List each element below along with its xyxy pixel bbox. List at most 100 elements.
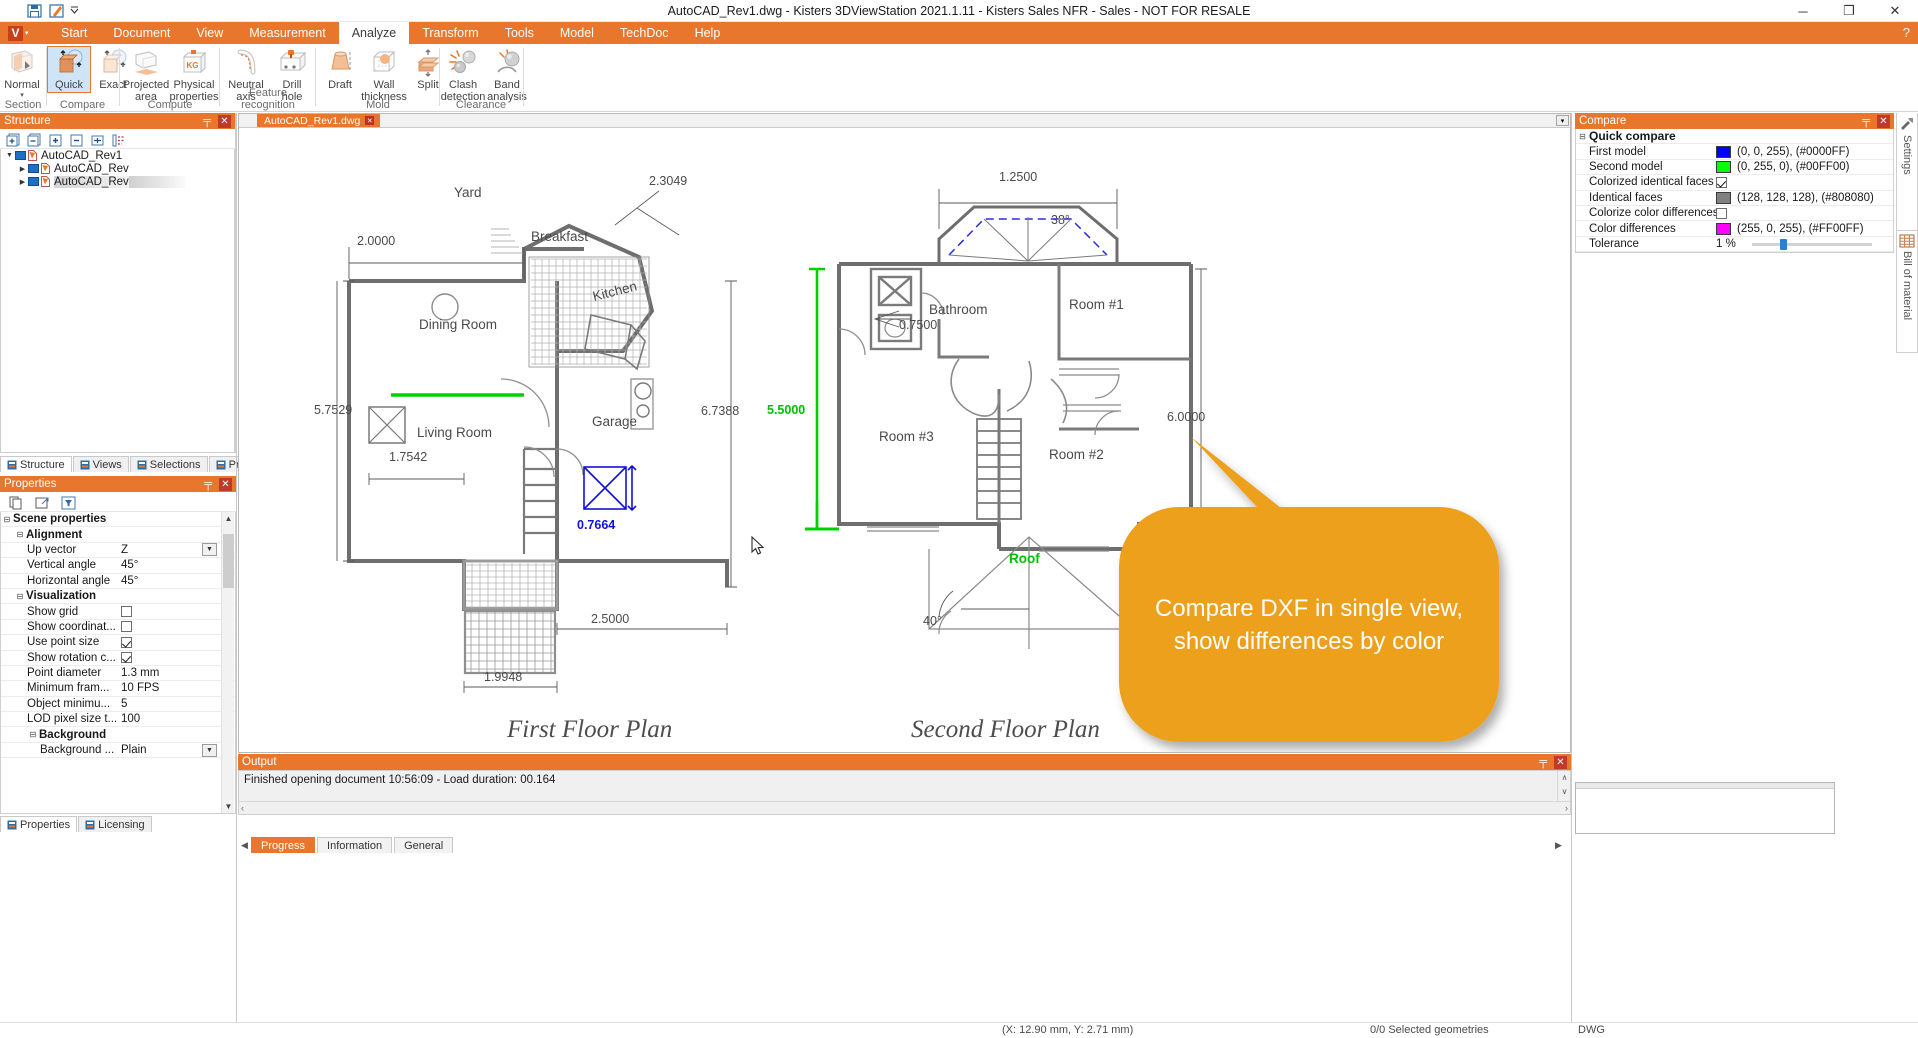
maximize-button[interactable]: ❐	[1826, 0, 1872, 22]
property-row[interactable]: Minimum fram... 10 FPS	[1, 681, 235, 697]
expand-collapse-icon[interactable]: ⊟	[1, 515, 13, 524]
pin-icon[interactable]: ╤	[203, 115, 211, 127]
property-row[interactable]: Show rotation c...	[1, 651, 235, 666]
tree-node[interactable]: ▶ AutoCAD_Rev	[1, 175, 234, 188]
ribbon-tab-tools[interactable]: Tools	[492, 22, 547, 44]
application-menu-button[interactable]: V ▾	[8, 24, 38, 42]
ribbon-tab-transform[interactable]: Transform	[409, 22, 492, 44]
property-value[interactable]: 100	[121, 712, 219, 727]
tree-node[interactable]: ▶ AutoCAD_Rev	[1, 162, 234, 175]
output-tab-progress[interactable]: Progress	[251, 837, 316, 853]
document-tab[interactable]: AutoCAD_Rev1.dwg ✕	[257, 114, 381, 127]
scroll-down-arrow[interactable]: ∨	[1558, 785, 1571, 798]
output-tab-general[interactable]: General	[394, 837, 454, 853]
property-row[interactable]: Up vector Z ▼	[1, 542, 235, 559]
output-horizontal-scrollbar[interactable]: ‹ ›	[239, 801, 1570, 814]
pane-splitter[interactable]	[1576, 783, 1834, 789]
tab-views[interactable]: Views	[72, 456, 129, 472]
checkbox[interactable]	[1716, 207, 1727, 219]
tree-twisty-icon[interactable]: ▶	[17, 165, 28, 173]
tolerance-slider[interactable]	[1752, 238, 1872, 250]
ribbon-button-normal[interactable]: Normal ▾	[0, 46, 44, 100]
close-icon[interactable]: ✕	[365, 116, 375, 125]
compare-row[interactable]: First model (0, 0, 255), (#0000FF)	[1576, 144, 1893, 160]
property-row[interactable]: ⊟ Background	[1, 727, 235, 743]
compare-row-value[interactable]: (128, 128, 128), (#808080)	[1716, 191, 1891, 204]
ribbon-button-quick[interactable]: Quick	[47, 46, 91, 93]
ribbon-tab-start[interactable]: Start	[48, 22, 100, 44]
compare-row[interactable]: Second model (0, 255, 0), (#00FF00)	[1576, 160, 1893, 176]
filter-icon[interactable]	[61, 496, 76, 510]
expand-all-icon[interactable]	[6, 133, 21, 147]
color-swatch[interactable]	[1716, 191, 1731, 204]
ribbon-tab-document[interactable]: Document	[100, 22, 183, 44]
ribbon-tab-analyze[interactable]: Analyze	[338, 22, 410, 44]
scroll-down-arrow[interactable]: ▼	[222, 800, 235, 813]
scroll-right-arrow[interactable]: ›	[1565, 803, 1568, 813]
close-icon[interactable]: ✕	[219, 477, 232, 491]
compare-row-value[interactable]: (0, 0, 255), (#0000FF)	[1716, 145, 1891, 158]
tree-node[interactable]: ▼ AutoCAD_Rev1	[1, 149, 234, 162]
checkbox[interactable]	[1716, 176, 1727, 188]
help-icon[interactable]: ?	[1903, 25, 1910, 40]
property-value[interactable]: 45°	[121, 573, 219, 588]
pin-icon[interactable]: ╤	[204, 478, 212, 490]
output-vertical-scrollbar[interactable]: ∧ ∨	[1557, 771, 1570, 801]
property-row[interactable]: ⊟ Alignment	[1, 527, 235, 543]
property-value[interactable]: 5	[121, 696, 219, 711]
ribbon-button-physical-properties[interactable]: KG Physical properties	[170, 46, 218, 104]
visibility-checkbox[interactable]	[28, 164, 39, 173]
scroll-up-arrow[interactable]: ▲	[222, 512, 235, 525]
property-row[interactable]: Point diameter 1.3 mm	[1, 666, 235, 682]
checkbox[interactable]	[121, 636, 132, 648]
tree-twisty-icon[interactable]: ▼	[4, 152, 15, 159]
slider-knob[interactable]	[1779, 238, 1787, 250]
property-row[interactable]: LOD pixel size t... 100	[1, 712, 235, 728]
close-icon[interactable]: ✕	[1877, 114, 1890, 128]
color-swatch[interactable]	[1716, 222, 1731, 235]
color-swatch[interactable]	[1716, 160, 1731, 173]
checkbox[interactable]	[121, 621, 132, 633]
minimize-button[interactable]: ─	[1780, 0, 1826, 22]
compare-section-header[interactable]: ⊟ Quick compare	[1576, 129, 1893, 145]
properties-scrollbar[interactable]: ▲ ▼	[221, 512, 234, 813]
property-row[interactable]: Object minimu... 5	[1, 696, 235, 713]
property-value[interactable]: Z ▼	[121, 542, 219, 557]
tab-selections[interactable]: Selections	[129, 456, 208, 472]
compare-row[interactable]: Tolerance 1 %	[1576, 237, 1893, 253]
panel-divider-left[interactable]	[236, 113, 237, 1022]
property-row[interactable]: Use point size	[1, 635, 235, 651]
ribbon-button-wall-thickness[interactable]: Wall thickness	[361, 46, 407, 104]
property-row[interactable]: Show coordinat...	[1, 620, 235, 636]
checkbox[interactable]	[121, 606, 132, 618]
compare-row-value[interactable]: (0, 255, 0), (#00FF00)	[1716, 160, 1891, 173]
center-icon[interactable]	[90, 133, 105, 147]
compare-row[interactable]: Color differences (255, 0, 255), (#FF00FF…	[1576, 221, 1893, 237]
property-value[interactable]	[121, 635, 219, 650]
visibility-checkbox[interactable]	[28, 177, 39, 186]
close-button[interactable]: ✕	[1872, 0, 1918, 22]
compare-row-value[interactable]: (255, 0, 255), (#FF00FF)	[1716, 222, 1891, 235]
expand-collapse-icon[interactable]: ⊟	[27, 730, 39, 739]
right-bottom-pane[interactable]	[1575, 782, 1835, 834]
expand-collapse-icon[interactable]: ⊟	[14, 592, 26, 601]
output-tab-information[interactable]: Information	[317, 837, 393, 853]
expand-node-icon[interactable]	[48, 133, 63, 147]
scroll-up-arrow[interactable]: ∧	[1558, 771, 1571, 784]
compare-row-value[interactable]	[1716, 207, 1891, 219]
compare-row[interactable]: Colorize color differences	[1576, 206, 1893, 222]
property-value[interactable]: Plain ▼	[121, 742, 219, 757]
compare-grid[interactable]: ⊟ Quick compare First model (0, 0, 255), …	[1575, 129, 1894, 254]
ribbon-tab-view[interactable]: View	[183, 22, 236, 44]
ribbon-tab-help[interactable]: Help	[682, 22, 734, 44]
tab-prev-arrow[interactable]: ◀	[238, 840, 251, 851]
property-row[interactable]: Show grid	[1, 604, 235, 620]
scrollbar-thumb[interactable]	[223, 534, 234, 588]
chevron-down-icon[interactable]: ▾	[20, 92, 24, 99]
compare-row-value[interactable]	[1716, 176, 1891, 188]
ribbon-button-draft[interactable]: Draft	[318, 46, 362, 93]
ribbon-button-clash-detection[interactable]: Clash detection	[441, 46, 485, 104]
tab-licensing[interactable]: Licensing	[78, 816, 152, 832]
cad-canvas[interactable]: 2.0000 2.3049 5.7529 6.7388 1.7542 2.500…	[239, 129, 1570, 752]
property-row[interactable]: ⊟ Visualization	[1, 589, 235, 605]
